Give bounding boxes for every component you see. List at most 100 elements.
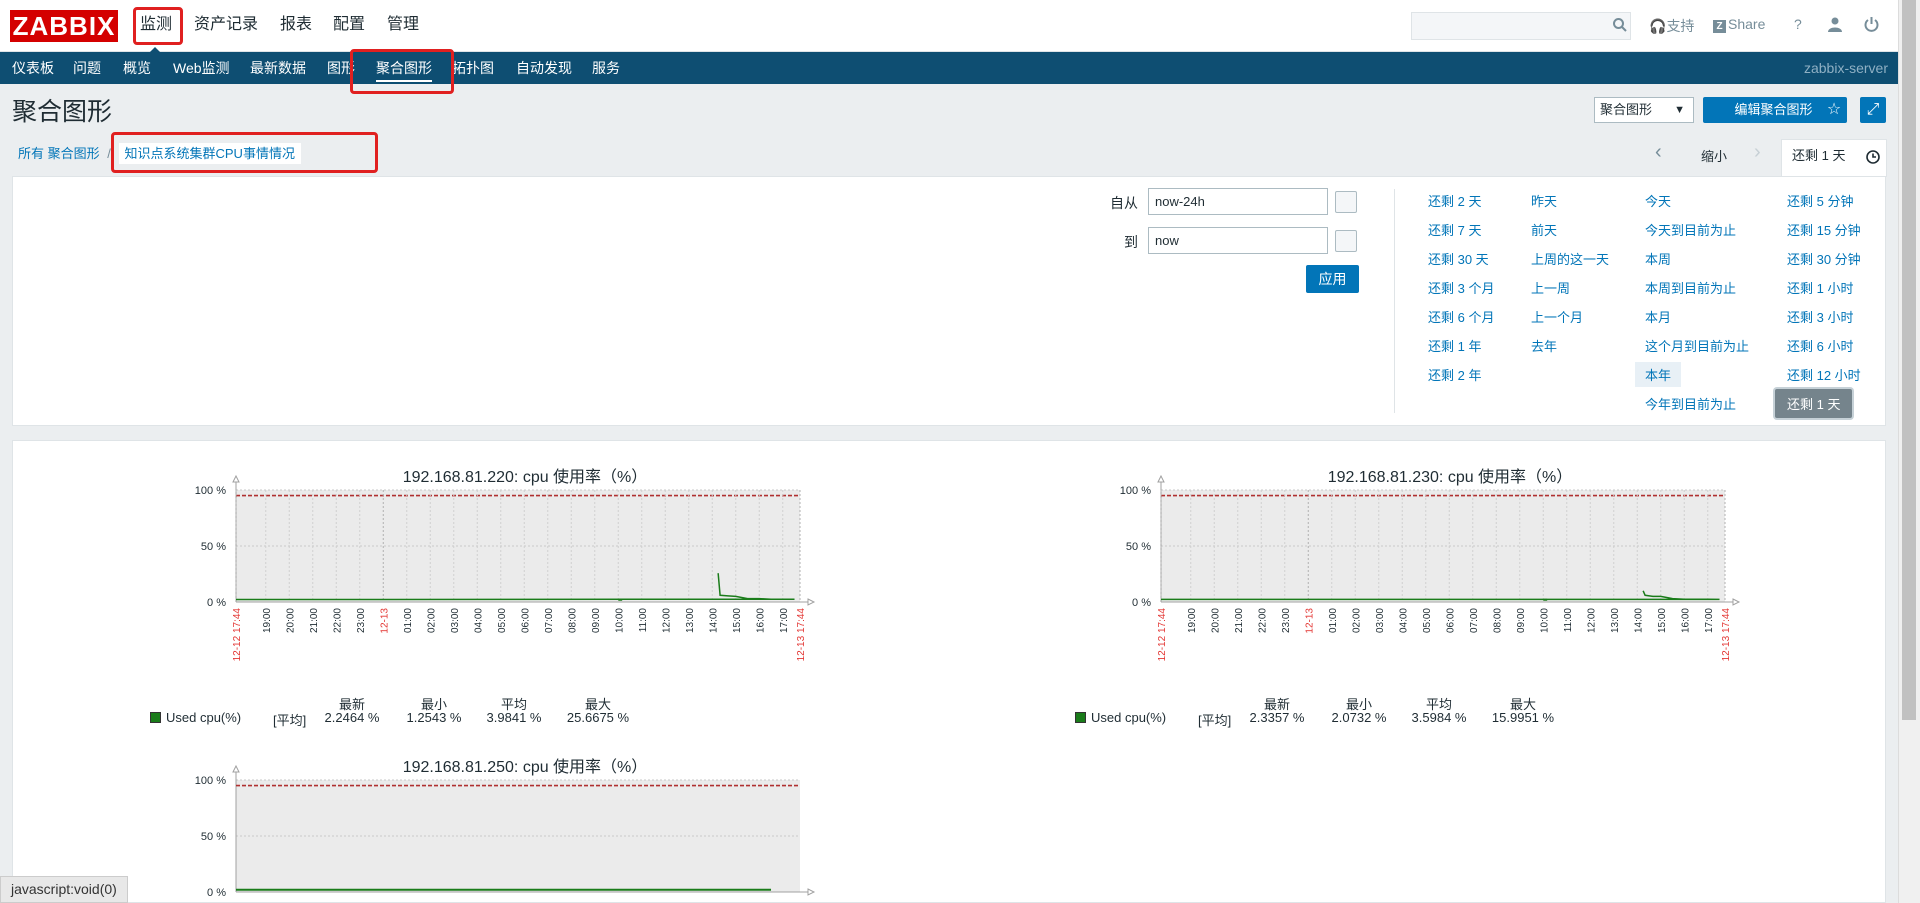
quick-range-link[interactable]: 还剩 1 天 <box>1775 389 1853 418</box>
quick-range-link[interactable]: 今年到目前为止 <box>1645 394 1736 413</box>
quick-range-link[interactable]: 还剩 2 年 <box>1428 365 1481 384</box>
quick-range-link[interactable]: 本月 <box>1645 307 1671 326</box>
x-tick-label: 20:00 <box>285 608 296 633</box>
quick-range-link[interactable]: 还剩 6 小时 <box>1787 336 1853 355</box>
search-input[interactable] <box>1411 12 1631 40</box>
quick-range-link[interactable]: 上一个月 <box>1531 307 1583 326</box>
quick-range-link[interactable]: 还剩 6 个月 <box>1428 307 1494 326</box>
quick-range-link[interactable]: 还剩 5 分钟 <box>1787 191 1853 210</box>
cpu-usage-graph[interactable]: 100 % 50 % 0 % <box>166 760 830 903</box>
quick-range-link[interactable]: 还剩 3 个月 <box>1428 278 1494 297</box>
to-input[interactable]: now <box>1148 227 1328 254</box>
zabbix-logo[interactable]: ZABBIX <box>10 10 118 42</box>
quick-range-link[interactable]: 昨天 <box>1531 191 1557 210</box>
menu-inventory[interactable]: 资产记录 <box>194 0 258 52</box>
calendar-icon[interactable] <box>1335 191 1357 213</box>
quick-range-link[interactable]: 还剩 1 年 <box>1428 336 1481 355</box>
subnav-problems[interactable]: 问题 <box>73 52 101 84</box>
quick-range-link[interactable]: 还剩 15 分钟 <box>1787 220 1861 239</box>
quick-range-link[interactable]: 上一周 <box>1531 278 1570 297</box>
quick-range-link[interactable]: 去年 <box>1531 336 1557 355</box>
quick-range-link[interactable]: 还剩 2 天 <box>1428 191 1481 210</box>
x-tick-label: 14:00 <box>1633 608 1644 633</box>
legend-color-swatch <box>1075 712 1086 723</box>
menu-reports[interactable]: 报表 <box>280 0 312 52</box>
x-tick-label: 23:00 <box>1281 608 1292 633</box>
support-label: 支持 <box>1666 18 1695 34</box>
calendar-icon[interactable] <box>1335 230 1357 252</box>
breadcrumb-all-screens[interactable]: 所有 聚合图形 <box>18 146 100 161</box>
quick-range-link[interactable]: 还剩 7 天 <box>1428 220 1481 239</box>
quick-range-link[interactable]: 今天到目前为止 <box>1645 220 1736 239</box>
from-input[interactable]: now-24h <box>1148 188 1328 215</box>
legend-value: 15.9951 % <box>1491 710 1555 725</box>
x-tick-label: 10:00 <box>1539 608 1550 633</box>
x-axis-arrow <box>1732 598 1741 606</box>
x-tick-label: 16:00 <box>755 608 766 633</box>
subnav-web[interactable]: Web监测 <box>173 52 230 84</box>
favorite-star-icon[interactable]: ☆ <box>1821 97 1847 123</box>
search-icon[interactable] <box>1612 17 1628 33</box>
subnav-latest-data[interactable]: 最新数据 <box>250 52 306 84</box>
x-tick-label: 12-12 17:44 <box>232 608 243 662</box>
to-label: 到 <box>1124 234 1138 250</box>
user-profile-icon[interactable] <box>1828 17 1842 32</box>
x-tick-label: 06:00 <box>520 608 531 633</box>
x-tick-label: 15:00 <box>1657 608 1668 633</box>
apply-button[interactable]: 应用 <box>1306 265 1359 293</box>
quick-range-link[interactable]: 还剩 1 小时 <box>1787 278 1853 297</box>
time-range-tab[interactable]: 还剩 1 天 <box>1781 139 1887 177</box>
quick-range-link[interactable]: 还剩 12 小时 <box>1787 365 1861 384</box>
share-link[interactable]: Z Share <box>1713 16 1765 33</box>
subnav-maps[interactable]: 拓扑图 <box>452 52 494 84</box>
y-axis-arrow <box>1157 474 1165 483</box>
quick-range-link[interactable]: 本年 <box>1635 362 1682 387</box>
screen-type-select[interactable]: 聚合图形 ▼ <box>1594 97 1694 123</box>
x-tick-label: 02:00 <box>426 608 437 633</box>
x-tick-label: 12-13 <box>1304 608 1315 634</box>
highlight-box-monitoring <box>133 7 183 45</box>
quick-range-link[interactable]: 还剩 30 分钟 <box>1787 249 1861 268</box>
time-range-label: 还剩 1 天 <box>1792 148 1846 163</box>
x-tick-label: 07:00 <box>544 608 555 633</box>
legend-series: Used cpu(%) <box>1075 710 1166 725</box>
scrollbar-thumb[interactable] <box>1902 0 1916 720</box>
legend-value: 2.0732 % <box>1331 710 1387 725</box>
page-title: 聚合图形 <box>12 98 113 126</box>
support-link[interactable]: 🎧支持 <box>1649 16 1694 36</box>
cpu-usage-graph[interactable]: 100 % 50 % 0 % 12-12 17:44 19:00 20:00 21:00 22… <box>166 470 830 700</box>
quick-range-link[interactable]: 本周 <box>1645 249 1671 268</box>
quick-range-link[interactable]: 本周到目前为止 <box>1645 278 1736 297</box>
x-tick-label: 21:00 <box>309 608 320 633</box>
y-tick-label: 0 % <box>1132 597 1151 609</box>
quick-range-link[interactable]: 前天 <box>1531 220 1557 239</box>
menu-administration[interactable]: 管理 <box>387 0 419 52</box>
subnav-overview[interactable]: 概览 <box>123 52 151 84</box>
x-tick-label: 01:00 <box>403 608 414 633</box>
x-tick-label: 14:00 <box>708 608 719 633</box>
quick-range-link[interactable]: 今天 <box>1645 191 1671 210</box>
sign-out-icon[interactable] <box>1864 17 1879 32</box>
quick-range-link[interactable]: 上周的这一天 <box>1531 249 1609 268</box>
time-next-chevron-icon[interactable]: › <box>1754 142 1761 162</box>
quick-range-link[interactable]: 还剩 3 小时 <box>1787 307 1853 326</box>
quick-range-link[interactable]: 还剩 30 天 <box>1428 249 1489 268</box>
x-tick-label: 17:00 <box>1704 608 1715 633</box>
y-axis-arrow <box>232 764 240 773</box>
help-icon[interactable]: ? <box>1794 16 1802 32</box>
x-tick-label: 05:00 <box>497 608 508 633</box>
x-tick-label: 01:00 <box>1328 608 1339 633</box>
fullscreen-icon[interactable]: ⤢ <box>1860 97 1886 123</box>
time-prev-chevron-icon[interactable]: ‹ <box>1655 142 1662 162</box>
legend-series-name: Used cpu(%) <box>1091 710 1167 725</box>
quick-range-link[interactable]: 这个月到目前为止 <box>1645 336 1749 355</box>
y-axis-arrow <box>232 474 240 483</box>
menu-configuration[interactable]: 配置 <box>333 0 365 52</box>
x-tick-label: 22:00 <box>1257 608 1268 633</box>
zoom-out-button[interactable]: 缩小 <box>1701 146 1727 165</box>
y-tick-label: 50 % <box>1126 541 1151 553</box>
subnav-services[interactable]: 服务 <box>592 52 620 84</box>
subnav-dashboard[interactable]: 仪表板 <box>12 52 54 84</box>
cpu-usage-graph[interactable]: 100 % 50 % 0 % 12-12 17:44 19:00 20:00 21:00 22… <box>1091 470 1755 700</box>
subnav-discovery[interactable]: 自动发现 <box>516 52 572 84</box>
